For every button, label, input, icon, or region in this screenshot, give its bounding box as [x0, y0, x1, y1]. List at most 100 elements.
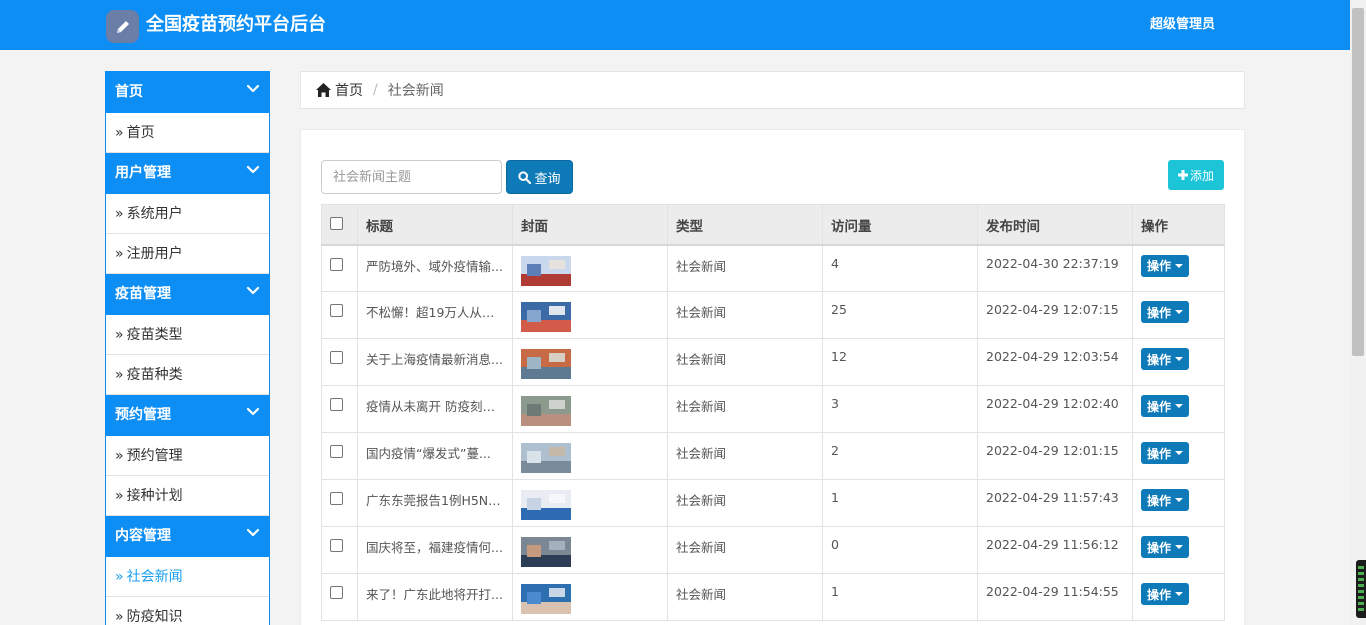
action-dropdown-button[interactable]: 操作	[1141, 348, 1190, 370]
visit-count: 0	[822, 526, 978, 574]
news-type: 社会新闻	[667, 338, 823, 386]
news-title[interactable]: 不松懈！超19万人从福...	[357, 291, 513, 339]
news-title[interactable]: 关于上海疫情最新消息...	[357, 338, 513, 386]
add-button[interactable]: 添加	[1168, 160, 1224, 190]
news-title[interactable]: 国庆将至，福建疫情何...	[357, 526, 513, 574]
table-row: 不松懈！超19万人从福... 社会新闻 25 2022-04-29 12:07:15 操…	[321, 291, 1225, 339]
row-checkbox[interactable]	[330, 257, 343, 271]
news-title[interactable]: 疫情从未离开 防疫刻不...	[357, 385, 513, 433]
sidebar-group[interactable]: 用户管理	[106, 153, 269, 194]
row-select-cell[interactable]	[321, 479, 358, 527]
action-button-label: 操作	[1147, 446, 1172, 461]
double-chevron-right-icon: »	[115, 206, 124, 222]
cover-cell	[512, 479, 668, 527]
double-chevron-right-icon: »	[115, 609, 124, 625]
sidebar-group-label: 内容管理	[115, 528, 171, 544]
action-dropdown-button[interactable]: 操作	[1141, 489, 1190, 511]
sidebar-item[interactable]: » 疫苗类型	[106, 315, 269, 355]
sidebar-group[interactable]: 疫苗管理	[106, 274, 269, 315]
cover-cell	[512, 432, 668, 480]
sidebar-item[interactable]: » 接种计划	[106, 476, 269, 516]
sidebar-item[interactable]: » 防疫知识	[106, 597, 269, 625]
chevron-down-icon[interactable]	[246, 284, 260, 298]
caret-down-icon	[1175, 357, 1184, 361]
visit-count: 1	[822, 479, 978, 527]
cover-cell	[512, 338, 668, 386]
visit-count: 25	[822, 291, 978, 339]
caret-down-icon	[1175, 310, 1184, 314]
home-icon[interactable]	[316, 83, 331, 97]
table-row: 国庆将至，福建疫情何... 社会新闻 0 2022-04-29 11:56:12 操作	[321, 526, 1225, 574]
double-chevron-right-icon: »	[115, 125, 124, 141]
row-checkbox[interactable]	[330, 351, 343, 364]
publish-time: 2022-04-29 11:57:43	[977, 479, 1133, 527]
chevron-down-icon[interactable]	[246, 82, 260, 96]
row-checkbox[interactable]	[330, 445, 343, 458]
column-header-type: 类型	[667, 204, 823, 246]
row-checkbox[interactable]	[330, 586, 343, 599]
row-select-cell[interactable]	[321, 291, 358, 339]
row-checkbox[interactable]	[330, 539, 343, 552]
breadcrumb-home[interactable]: 首页	[335, 80, 363, 100]
breadcrumb: 首页 / 社会新闻	[300, 71, 1245, 109]
cover-thumbnail	[521, 396, 571, 426]
sidebar-item[interactable]: » 首页	[106, 113, 269, 153]
row-select-cell[interactable]	[321, 573, 358, 621]
search-icon	[518, 170, 532, 184]
search-button-label: 查询	[534, 171, 561, 187]
sidebar-item[interactable]: » 系统用户	[106, 194, 269, 234]
sidebar-group[interactable]: 内容管理	[106, 516, 269, 557]
news-title[interactable]: 来了！广东此地将开打...	[357, 573, 513, 621]
row-checkbox[interactable]	[330, 492, 343, 505]
table-row: 关于上海疫情最新消息... 社会新闻 12 2022-04-29 12:03:54 操作	[321, 338, 1225, 386]
search-input[interactable]	[321, 160, 502, 194]
cover-thumbnail	[521, 349, 571, 379]
select-all-checkbox[interactable]	[330, 217, 343, 230]
table-row: 广东东莞报告1例H5N6... 社会新闻 1 2022-04-29 11:57:43 操…	[321, 479, 1225, 527]
chevron-down-icon[interactable]	[246, 405, 260, 419]
news-type: 社会新闻	[667, 573, 823, 621]
sidebar-item[interactable]: » 注册用户	[106, 234, 269, 274]
action-button-label: 操作	[1147, 259, 1172, 273]
row-select-cell[interactable]	[321, 244, 358, 292]
cover-cell	[512, 573, 668, 621]
user-menu[interactable]: 超级管理员	[1150, 16, 1215, 34]
row-checkbox[interactable]	[330, 398, 343, 411]
action-cell: 操作	[1132, 573, 1225, 621]
action-cell: 操作	[1132, 479, 1225, 527]
row-select-cell[interactable]	[321, 385, 358, 433]
news-title[interactable]: 国内疫情“爆发式”蔓...	[357, 432, 513, 480]
news-type: 社会新闻	[667, 479, 823, 527]
publish-time: 2022-04-30 22:37:19	[977, 244, 1133, 292]
sidebar-item-label: 疫苗种类	[126, 367, 183, 383]
chevron-down-icon[interactable]	[246, 163, 260, 177]
cover-thumbnail	[521, 490, 571, 520]
row-select-cell[interactable]	[321, 526, 358, 574]
row-select-cell[interactable]	[321, 338, 358, 386]
row-checkbox[interactable]	[330, 304, 343, 317]
app-title: 全国疫苗预约平台后台	[146, 14, 326, 35]
table-header-row: 标题 封面 类型 访问量 发布时间 操作	[321, 204, 1225, 246]
scrollbar-thumb[interactable]	[1352, 8, 1364, 356]
action-dropdown-button[interactable]: 操作	[1141, 583, 1190, 605]
sidebar: 首页» 首页 用户管理» 系统用户» 注册用户 疫苗管理» 疫苗类型» 疫苗种类 预约管理» 预约…	[105, 71, 270, 625]
visit-count: 1	[822, 573, 978, 621]
action-dropdown-button[interactable]: 操作	[1141, 536, 1190, 558]
caret-down-icon	[1175, 263, 1184, 268]
action-dropdown-button[interactable]: 操作	[1141, 301, 1190, 323]
action-dropdown-button[interactable]: 操作	[1141, 254, 1190, 277]
news-title[interactable]: 严防境外、域外疫情输...	[357, 244, 513, 292]
action-dropdown-button[interactable]: 操作	[1141, 442, 1190, 464]
chevron-down-icon[interactable]	[246, 526, 260, 540]
sidebar-group[interactable]: 首页	[106, 72, 269, 113]
sidebar-item[interactable]: » 社会新闻	[106, 557, 269, 597]
news-type: 社会新闻	[667, 291, 823, 339]
news-title[interactable]: 广东东莞报告1例H5N6...	[357, 479, 513, 527]
search-button[interactable]: 查询	[506, 160, 573, 194]
sidebar-item[interactable]: » 预约管理	[106, 436, 269, 476]
action-dropdown-button[interactable]: 操作	[1141, 395, 1190, 417]
row-select-cell[interactable]	[321, 432, 358, 480]
sidebar-item[interactable]: » 疫苗种类	[106, 355, 269, 395]
sidebar-group[interactable]: 预约管理	[106, 395, 269, 436]
header-select-all[interactable]	[321, 204, 358, 246]
